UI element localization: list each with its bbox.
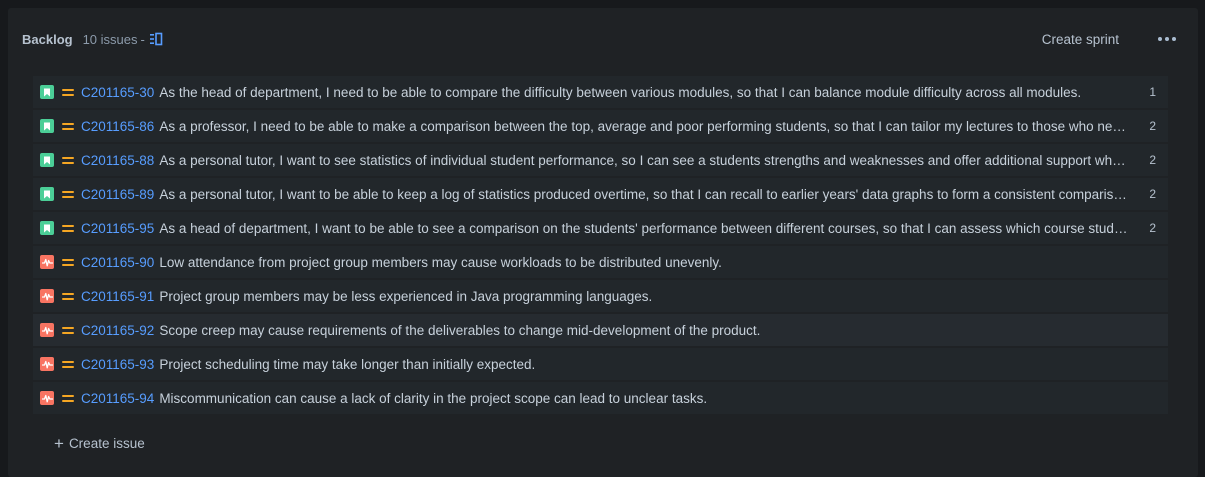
issue-key-link[interactable]: C201165-92 <box>81 323 154 338</box>
story-icon <box>40 119 54 133</box>
priority-medium-icon <box>62 224 74 232</box>
priority-medium-icon <box>62 360 74 368</box>
more-actions-icon[interactable] <box>1152 26 1182 52</box>
create-issue-label: Create issue <box>68 436 145 451</box>
issue-key-link[interactable]: C201165-93 <box>81 357 154 372</box>
issue-summary: Project scheduling time may take longer … <box>159 356 536 372</box>
issue-row[interactable]: C201165-89 As a personal tutor, I want to… <box>33 178 1168 210</box>
view-toggle-icon[interactable] <box>149 32 163 46</box>
issue-summary: Scope creep may cause requirements of th… <box>159 322 761 338</box>
issue-summary: As the head of department, I need to be … <box>159 84 1082 100</box>
story-points[interactable]: 1 <box>1149 85 1156 99</box>
backlog-title[interactable]: Backlog <box>22 32 73 47</box>
issue-key-link[interactable]: C201165-86 <box>81 119 154 134</box>
issue-row[interactable]: C201165-95 As a head of department, I wan… <box>33 212 1168 244</box>
story-points[interactable]: 2 <box>1149 153 1156 167</box>
issue-key-link[interactable]: C201165-30 <box>81 85 154 100</box>
priority-medium-icon <box>62 88 74 96</box>
issue-list: C201165-30 As the head of department, I n… <box>33 76 1168 416</box>
priority-medium-icon <box>62 326 74 334</box>
risk-icon <box>40 255 54 269</box>
priority-medium-icon <box>62 122 74 130</box>
issue-summary: Project group members may be less experi… <box>159 288 653 304</box>
issue-summary: Miscommunication can cause a lack of cla… <box>159 390 708 406</box>
create-issue-button[interactable]: + Create issue <box>54 433 145 453</box>
issue-key-link[interactable]: C201165-95 <box>81 221 154 236</box>
issue-key-link[interactable]: C201165-89 <box>81 187 154 202</box>
issue-summary: As a professor, I need to be able to mak… <box>159 118 1129 134</box>
story-icon <box>40 221 54 235</box>
plus-icon: + <box>54 433 64 453</box>
story-icon <box>40 187 54 201</box>
issue-summary: As a personal tutor, I want to see stati… <box>159 152 1130 168</box>
issue-row[interactable]: C201165-88 As a personal tutor, I want to… <box>33 144 1168 176</box>
risk-icon <box>40 357 54 371</box>
issue-summary: As a personal tutor, I want to be able t… <box>159 186 1130 202</box>
issue-count: 10 issues <box>82 31 138 47</box>
story-points[interactable]: 2 <box>1149 119 1156 133</box>
issue-summary: Low attendance from project group member… <box>159 254 722 270</box>
story-icon <box>40 85 54 99</box>
issue-summary: As a head of department, I want to be ab… <box>159 220 1129 236</box>
priority-medium-icon <box>62 156 74 164</box>
count-separator: - <box>140 31 145 47</box>
priority-medium-icon <box>62 258 74 266</box>
issue-row[interactable]: C201165-94 Miscommunication can cause a l… <box>33 382 1168 414</box>
issue-row[interactable]: C201165-91 Project group members may be l… <box>33 280 1168 312</box>
risk-icon <box>40 391 54 405</box>
header-actions: Create sprint <box>1031 26 1182 52</box>
story-points[interactable]: 2 <box>1149 187 1156 201</box>
backlog-header: Backlog 10 issues - Create sprint <box>22 28 1182 50</box>
issue-key-link[interactable]: C201165-88 <box>81 153 154 168</box>
story-points[interactable]: 2 <box>1149 221 1156 235</box>
issue-row[interactable]: C201165-30 As the head of department, I n… <box>33 76 1168 108</box>
issue-key-link[interactable]: C201165-90 <box>81 255 154 270</box>
risk-icon <box>40 289 54 303</box>
create-sprint-button[interactable]: Create sprint <box>1031 27 1130 52</box>
issue-key-link[interactable]: C201165-94 <box>81 391 154 406</box>
priority-medium-icon <box>62 394 74 402</box>
backlog-panel: Backlog 10 issues - Create sprint C20116… <box>8 8 1198 477</box>
issue-row[interactable]: C201165-93 Project scheduling time may ta… <box>33 348 1168 380</box>
issue-key-link[interactable]: C201165-91 <box>81 289 154 304</box>
issue-row[interactable]: C201165-92 Scope creep may cause requirem… <box>33 314 1168 346</box>
risk-icon <box>40 323 54 337</box>
issue-row[interactable]: C201165-86 As a professor, I need to be a… <box>33 110 1168 142</box>
story-icon <box>40 153 54 167</box>
priority-medium-icon <box>62 190 74 198</box>
priority-medium-icon <box>62 292 74 300</box>
issue-row[interactable]: C201165-90 Low attendance from project gr… <box>33 246 1168 278</box>
